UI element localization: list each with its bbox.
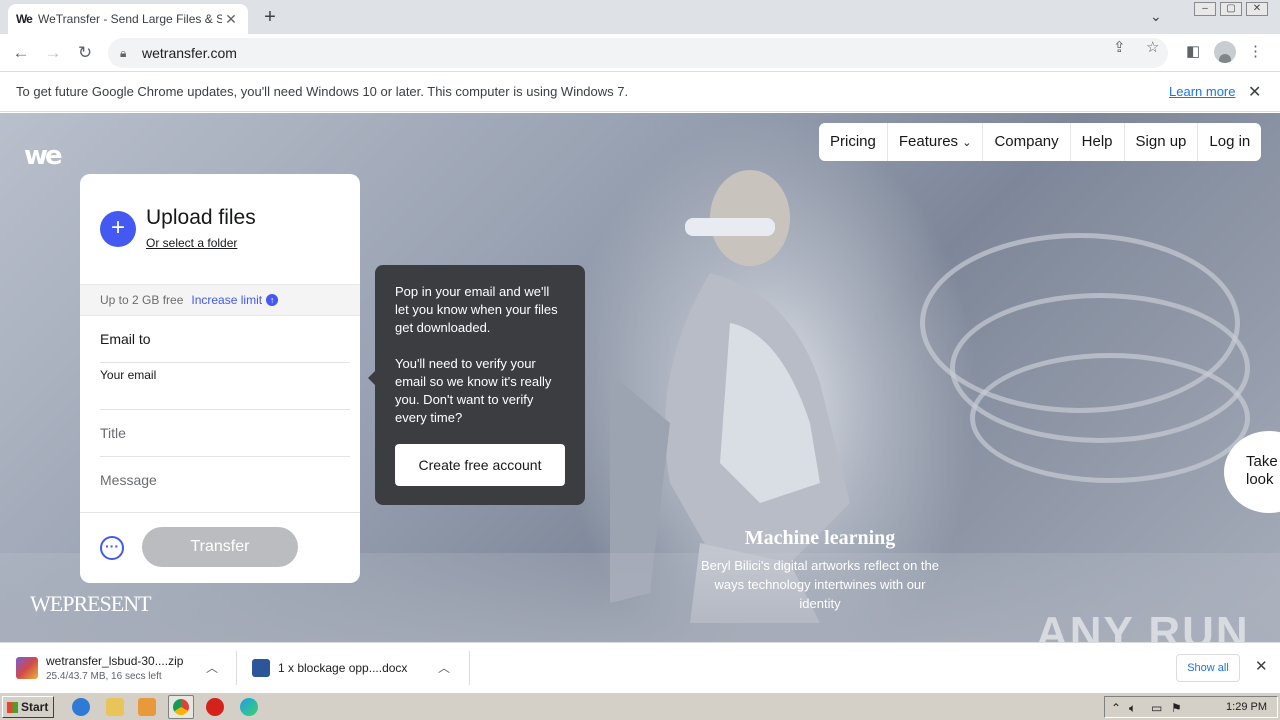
back-arrow-icon[interactable]: ← xyxy=(8,40,34,66)
limit-text: Up to 2 GB free xyxy=(100,293,184,307)
start-label: Start xyxy=(21,700,49,714)
tab-title: WeTransfer - Send Large Files & Sha xyxy=(38,12,222,26)
ie-icon[interactable] xyxy=(72,698,90,716)
download-filename: 1 x blockage opp....docx xyxy=(278,661,408,675)
browser-toolbar: ← → ↻ 🔒︎ wetransfer.com ⇪ ☆ ◧ ⋮ xyxy=(0,34,1280,72)
add-files-plus-icon[interactable]: + xyxy=(100,211,136,247)
feature-heading: Machine learning xyxy=(744,527,896,549)
arrow-up-icon[interactable]: ↑ xyxy=(266,294,279,306)
learn-more-link[interactable]: Learn more xyxy=(1169,84,1235,99)
media-player-icon[interactable] xyxy=(138,698,156,716)
feature-text: Beryl Bilici's digital artworks reflect … xyxy=(700,558,939,611)
download-filename: wetransfer_lsbud-30....zip xyxy=(46,654,184,668)
wetransfer-logo[interactable]: we xyxy=(24,141,63,171)
tray-expand-icon[interactable]: ⌃ xyxy=(1111,701,1121,715)
download-item[interactable]: 1 x blockage opp....docx ︿ xyxy=(252,643,462,693)
opera-icon[interactable] xyxy=(206,698,224,716)
upload-files-title[interactable]: Upload files xyxy=(146,206,256,230)
downloads-shelf: wetransfer_lsbud-30....zip 25.4/43.7 MB,… xyxy=(0,642,1280,692)
browser-tab[interactable]: We WeTransfer - Send Large Files & Sha ✕ xyxy=(8,4,248,34)
tab-strip: We WeTransfer - Send Large Files & Sha ✕… xyxy=(0,0,1280,34)
infobar-close-icon[interactable]: ✕ xyxy=(1248,82,1261,102)
upload-panel: + Upload files Or select a folder Up to … xyxy=(80,174,360,583)
chrome-taskbar-button[interactable] xyxy=(168,695,194,719)
more-options-icon[interactable]: ··· xyxy=(100,536,124,560)
download-status: 25.4/43.7 MB, 16 secs left xyxy=(46,671,162,682)
lock-icon[interactable]: 🔒︎ xyxy=(120,46,142,61)
menu-kebab-icon[interactable]: ⋮ xyxy=(1248,42,1263,60)
bookmark-star-icon[interactable]: ☆ xyxy=(1146,38,1159,56)
address-bar[interactable]: 🔒︎ wetransfer.com xyxy=(108,38,1168,68)
forward-arrow-icon[interactable]: → xyxy=(40,40,66,66)
nav-log-in[interactable]: Log in xyxy=(1198,123,1261,161)
folder-icon[interactable] xyxy=(106,698,124,716)
chevron-up-icon[interactable]: ︿ xyxy=(206,659,218,676)
nav-sign-up[interactable]: Sign up xyxy=(1125,123,1199,161)
tab-search-chevron-icon[interactable]: ⌄ xyxy=(1150,8,1162,25)
nav-help[interactable]: Help xyxy=(1071,123,1125,161)
wepresent-logo[interactable]: WEPRESENT xyxy=(30,591,152,617)
cable-decoration xyxy=(970,353,1250,483)
increase-limit-link[interactable]: Increase limit xyxy=(191,293,262,307)
select-folder-link[interactable]: Or select a folder xyxy=(146,236,237,250)
windows-logo-icon xyxy=(7,702,18,713)
minimize-button[interactable]: – xyxy=(1194,2,1216,16)
divider xyxy=(80,512,360,513)
your-email-field[interactable]: Your email xyxy=(100,363,350,410)
volume-icon[interactable]: 🔈︎ xyxy=(1129,701,1136,716)
flag-icon[interactable]: ⚑ xyxy=(1171,701,1182,715)
reload-icon[interactable]: ↻ xyxy=(72,40,98,66)
chevron-up-icon[interactable]: ︿ xyxy=(438,659,450,676)
profile-avatar[interactable] xyxy=(1214,41,1236,63)
side-panel-icon[interactable]: ◧ xyxy=(1186,42,1200,60)
start-button[interactable]: Start xyxy=(2,696,54,718)
tooltip-paragraph-1: Pop in your email and we'll let you know… xyxy=(395,284,558,335)
show-all-button[interactable]: Show all xyxy=(1176,654,1240,682)
network-icon[interactable]: ▭ xyxy=(1151,701,1162,715)
top-nav: Pricing Features ⌄ Company Help Sign up … xyxy=(819,123,1262,161)
divider xyxy=(469,651,470,685)
tab-close-icon[interactable]: ✕ xyxy=(222,11,240,28)
feature-caption[interactable]: Machine learning Beryl Bilici's digital … xyxy=(700,527,940,613)
clock[interactable]: 1:29 PM xyxy=(1226,701,1267,713)
shelf-close-icon[interactable]: ✕ xyxy=(1255,657,1268,675)
window-controls: – ▢ ✕ xyxy=(1194,2,1268,16)
close-window-button[interactable]: ✕ xyxy=(1246,2,1268,16)
divider xyxy=(236,651,237,685)
windows-taskbar: Start ⌃ 🔈︎ ▭ ⚑ 1:29 PM xyxy=(0,692,1280,720)
edge-icon[interactable] xyxy=(240,698,258,716)
chevron-down-icon: ⌄ xyxy=(962,137,972,149)
tooltip-notch xyxy=(368,371,375,385)
new-tab-button[interactable]: + xyxy=(258,6,282,30)
tooltip-paragraph-2: You'll need to verify your email so we k… xyxy=(395,356,552,425)
transfer-button[interactable]: Transfer xyxy=(142,527,298,567)
email-tooltip: Pop in your email and we'll let you know… xyxy=(368,265,585,505)
nav-features[interactable]: Features ⌄ xyxy=(888,123,984,161)
url-text: wetransfer.com xyxy=(142,45,237,61)
update-infobar: To get future Google Chrome updates, you… xyxy=(0,72,1280,112)
maximize-button[interactable]: ▢ xyxy=(1220,2,1242,16)
system-tray: ⌃ 🔈︎ ▭ ⚑ 1:29 PM xyxy=(1104,696,1278,718)
webpage: we Pricing Features ⌄ Company Help Sign … xyxy=(0,113,1280,642)
download-item[interactable]: wetransfer_lsbud-30....zip 25.4/43.7 MB,… xyxy=(16,643,226,693)
nav-pricing[interactable]: Pricing xyxy=(819,123,888,161)
size-limit-bar: Up to 2 GB free Increase limit ↑ xyxy=(80,284,360,316)
nav-features-label: Features xyxy=(898,133,959,150)
infobar-message: To get future Google Chrome updates, you… xyxy=(16,84,629,99)
nav-company[interactable]: Company xyxy=(983,123,1071,161)
zip-archive-icon xyxy=(16,657,38,679)
anyrun-watermark: ANY RUN xyxy=(1036,608,1250,642)
share-icon[interactable]: ⇪ xyxy=(1113,38,1126,56)
create-free-account-button[interactable]: Create free account xyxy=(395,444,565,486)
wetransfer-favicon-icon: We xyxy=(16,12,33,26)
word-document-icon xyxy=(252,659,270,677)
title-field[interactable]: Title xyxy=(100,410,350,457)
email-to-field[interactable]: Email to xyxy=(100,316,350,363)
message-field[interactable]: Message xyxy=(100,457,350,512)
